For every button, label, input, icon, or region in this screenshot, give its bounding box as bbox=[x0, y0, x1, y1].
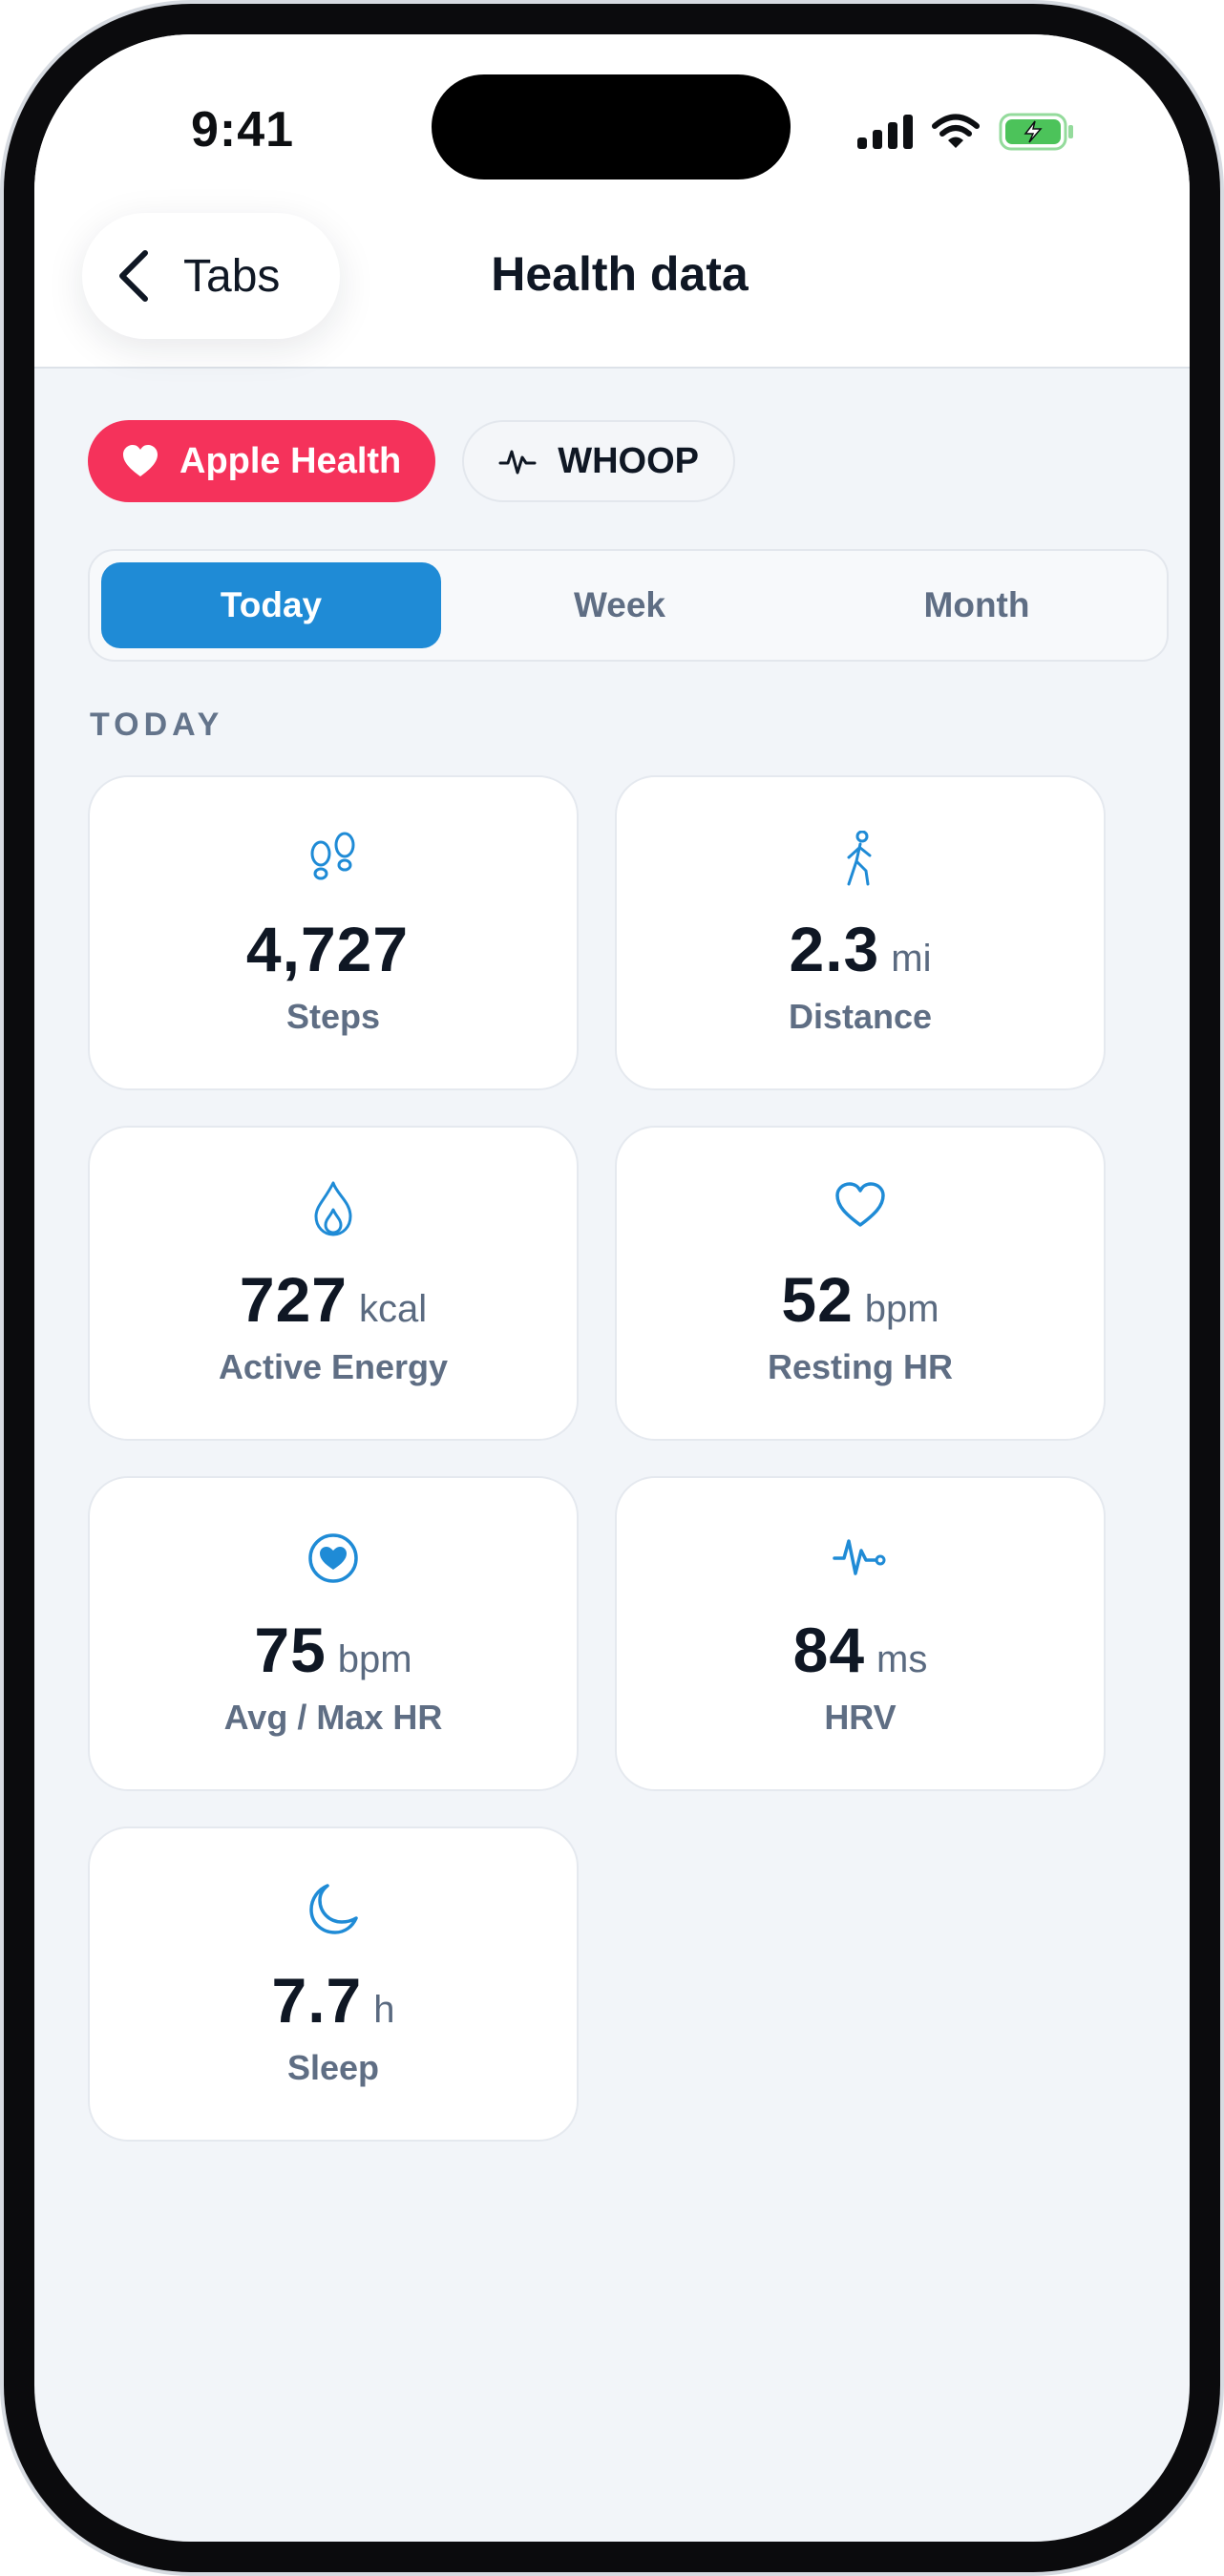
metric-label: Steps bbox=[285, 997, 381, 1036]
metric-value: 52 bbox=[781, 1264, 854, 1335]
screen: 9:41 Tabs Health data Apple Health WHOOP… bbox=[34, 34, 1190, 2542]
metric-label: Active Energy bbox=[218, 1347, 449, 1386]
flame-icon bbox=[312, 1181, 354, 1236]
device-bezel: 9:41 Tabs Health data Apple Health WHOOP… bbox=[4, 4, 1220, 2572]
metric-unit: bpm bbox=[337, 1638, 412, 1680]
heartbeat-wave-icon bbox=[833, 1531, 888, 1579]
metrics-grid: 4,727 Steps 2.3 mi Distance 727 kcal Act… bbox=[34, 34, 1190, 2542]
metric-card-avg-max-hr[interactable]: 75 bpm Avg / Max HR bbox=[88, 1476, 579, 1791]
moon-icon bbox=[306, 1882, 360, 1935]
metric-label: HRV bbox=[824, 1698, 897, 1737]
heart-outline-icon bbox=[834, 1181, 886, 1229]
metric-value: 4,727 bbox=[245, 914, 410, 984]
metric-value: 75 bbox=[254, 1615, 327, 1685]
metric-card-resting-hr[interactable]: 52 bpm Resting HR bbox=[615, 1126, 1106, 1441]
metric-card-distance[interactable]: 2.3 mi Distance bbox=[615, 775, 1106, 1090]
metric-value: 2.3 bbox=[789, 914, 880, 984]
metric-value: 727 bbox=[239, 1264, 348, 1335]
metric-unit: bpm bbox=[864, 1288, 939, 1330]
metric-unit: ms bbox=[876, 1638, 928, 1680]
walking-person-icon bbox=[839, 831, 881, 888]
metric-unit: kcal bbox=[358, 1288, 428, 1330]
metric-value: 7.7 bbox=[271, 1965, 363, 2036]
metric-card-active-energy[interactable]: 727 kcal Active Energy bbox=[88, 1126, 579, 1441]
device-frame: 9:41 Tabs Health data Apple Health WHOOP… bbox=[0, 0, 1224, 2576]
metric-unit: mi bbox=[891, 938, 932, 980]
metric-value: 84 bbox=[792, 1615, 866, 1685]
metric-card-steps[interactable]: 4,727 Steps bbox=[88, 775, 579, 1090]
metric-card-hrv[interactable]: 84 ms HRV bbox=[615, 1476, 1106, 1791]
metric-unit: h bbox=[373, 1989, 395, 2031]
metric-label: Resting HR bbox=[767, 1347, 953, 1386]
metric-label: Avg / Max HR bbox=[223, 1698, 443, 1737]
metric-label: Distance bbox=[788, 997, 933, 1036]
metric-label: Sleep bbox=[286, 2048, 380, 2087]
heart-circle-icon bbox=[306, 1531, 360, 1585]
metric-card-sleep[interactable]: 7.7 h Sleep bbox=[88, 1826, 579, 2142]
footprints-icon bbox=[307, 831, 359, 884]
